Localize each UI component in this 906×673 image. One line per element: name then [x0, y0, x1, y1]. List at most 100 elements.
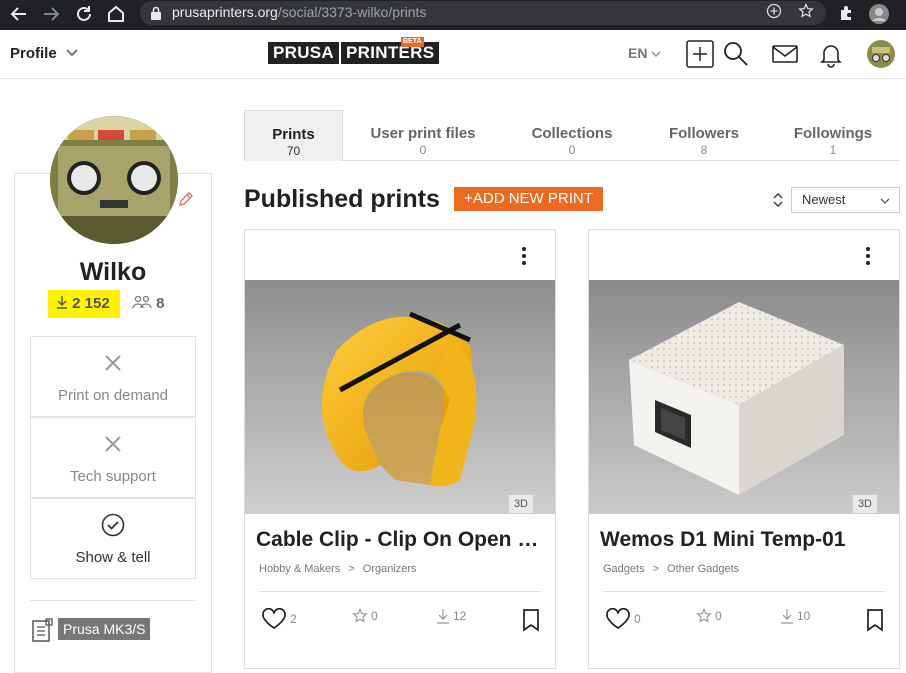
star-icon: [352, 608, 368, 623]
close-icon: [105, 355, 121, 371]
more-options-icon[interactable]: [865, 246, 871, 266]
download-icon: [781, 609, 793, 624]
tab-user-print-files[interactable]: User print files 0: [354, 110, 492, 161]
tab-label: Collections: [531, 125, 613, 142]
bookmark-icon[interactable]: [521, 608, 541, 632]
likes-count: 2: [290, 612, 297, 626]
users-icon: [132, 295, 152, 309]
rating-stat[interactable]: 0: [352, 608, 378, 632]
chevron-down-icon: [651, 51, 661, 57]
url-text: prusaprinters.org/social/3373-wilko/prin…: [172, 4, 426, 20]
profile-tabs: Prints 70 User print files 0 Collections…: [244, 110, 900, 161]
browser-toolbar: prusaprinters.org/social/3373-wilko/prin…: [0, 0, 906, 30]
logo-beta-badge: BETA: [401, 37, 424, 47]
forward-icon[interactable]: [40, 3, 62, 25]
tab-followers[interactable]: Followers 8: [649, 110, 759, 161]
logo-prusa: PRUSA: [268, 42, 340, 64]
print-category-link[interactable]: Hobby & Makers: [259, 563, 340, 575]
tab-count: 8: [700, 143, 708, 157]
tab-prints[interactable]: Prints 70: [244, 110, 343, 161]
add-site-icon[interactable]: [764, 3, 784, 23]
reload-icon[interactable]: [73, 3, 95, 25]
tab-label: Followings: [793, 125, 873, 142]
print-categories: Hobby & Makers > Organizers: [259, 563, 417, 575]
download-icon: [437, 609, 449, 624]
followers-count-value: 8: [156, 295, 165, 312]
add-icon[interactable]: [686, 40, 714, 68]
tab-count: 1: [829, 143, 837, 157]
print-subcategory-link[interactable]: Other Gadgets: [667, 563, 739, 575]
tab-collections[interactable]: Collections 0: [514, 110, 630, 161]
language-selector[interactable]: EN: [628, 45, 661, 61]
rating-count: 0: [371, 609, 378, 623]
address-bar[interactable]: prusaprinters.org/social/3373-wilko/prin…: [140, 1, 826, 25]
logo-printers: PRINTERS: [341, 42, 440, 64]
print-image[interactable]: 3D: [589, 280, 899, 514]
model-3d-badge: 3D: [851, 494, 878, 514]
site-logo[interactable]: PRUSA PRINTERS BETA: [268, 37, 440, 64]
service-print-on-demand: Print on demand: [30, 336, 196, 417]
downloads-stat: 12: [436, 608, 466, 632]
profile-avatar: [50, 116, 178, 244]
sort-select[interactable]: Newest: [791, 187, 900, 213]
back-icon[interactable]: [8, 3, 30, 25]
tab-label: User print files: [370, 125, 476, 142]
bookmark-icon[interactable]: [865, 608, 885, 632]
print-card[interactable]: 3D Cable Clip - Clip On Open Reel Hobby …: [244, 229, 556, 669]
printer-tag[interactable]: Prusa MK3/S: [58, 618, 151, 640]
tab-label: Followers: [668, 125, 739, 142]
print-image[interactable]: 3D: [245, 280, 555, 514]
site-header: Profile PRUSA PRINTERS BETA EN: [0, 30, 906, 79]
service-label: Tech support: [70, 468, 156, 485]
service-tech-support: Tech support: [30, 417, 196, 498]
divider: [603, 591, 885, 592]
print-category-link[interactable]: Gadgets: [603, 563, 645, 575]
downloads-stat: 10: [780, 608, 810, 632]
model-3d-badge: 3D: [507, 494, 534, 514]
download-icon: [57, 296, 67, 309]
add-new-print-button[interactable]: +ADD NEW PRINT: [454, 187, 603, 211]
user-avatar-icon[interactable]: [866, 39, 896, 69]
breadcrumb-separator: >: [348, 563, 355, 575]
likes-count: 0: [634, 612, 641, 626]
downloads-count: 12: [453, 609, 467, 623]
star-icon: [696, 608, 712, 623]
chevron-down-icon: [880, 198, 890, 204]
tab-count: 0: [568, 143, 576, 157]
notifications-bell-icon[interactable]: [817, 40, 845, 68]
more-options-icon[interactable]: [521, 246, 527, 266]
profile-menu-label: Profile: [10, 45, 57, 62]
tab-count: 70: [286, 144, 301, 158]
printer-row: Prusa MK3/S: [30, 600, 196, 656]
sort-icon[interactable]: [771, 191, 785, 209]
service-show-and-tell: Show & tell: [30, 498, 196, 579]
rating-stat[interactable]: 0: [696, 608, 722, 632]
service-label: Show & tell: [75, 549, 151, 566]
print-card[interactable]: 3D Wemos D1 Mini Temp-01 Gadgets > Other G…: [588, 229, 900, 669]
print-subcategory-link[interactable]: Organizers: [363, 563, 417, 575]
browser-avatar-icon[interactable]: [868, 3, 890, 25]
home-icon[interactable]: [105, 3, 127, 25]
close-icon: [105, 436, 121, 452]
extensions-icon[interactable]: [836, 3, 858, 25]
check-circle-icon: [101, 513, 125, 537]
downloads-count: 2 152: [72, 295, 110, 312]
tab-label: Prints: [272, 126, 315, 143]
downloads-count-badge: 2 152: [48, 290, 120, 318]
language-label: EN: [628, 45, 648, 61]
mail-icon[interactable]: [771, 40, 799, 68]
bookmark-star-icon[interactable]: [796, 2, 816, 23]
likes-stat[interactable]: 0: [605, 607, 641, 632]
print-title[interactable]: Wemos D1 Mini Temp-01: [600, 528, 890, 552]
search-icon[interactable]: [722, 40, 750, 68]
heart-icon: [262, 607, 286, 630]
print-title[interactable]: Cable Clip - Clip On Open Reel: [256, 528, 546, 552]
tab-followings[interactable]: Followings 1: [782, 110, 884, 161]
sort-select-value: Newest: [802, 192, 846, 207]
followers-count-stat[interactable]: 8: [132, 295, 165, 312]
print-categories: Gadgets > Other Gadgets: [603, 563, 739, 575]
likes-stat[interactable]: 2: [261, 607, 297, 632]
profile-menu[interactable]: Profile: [10, 45, 79, 62]
section-title: Published prints: [244, 185, 440, 213]
edit-pencil-icon[interactable]: [177, 190, 195, 208]
